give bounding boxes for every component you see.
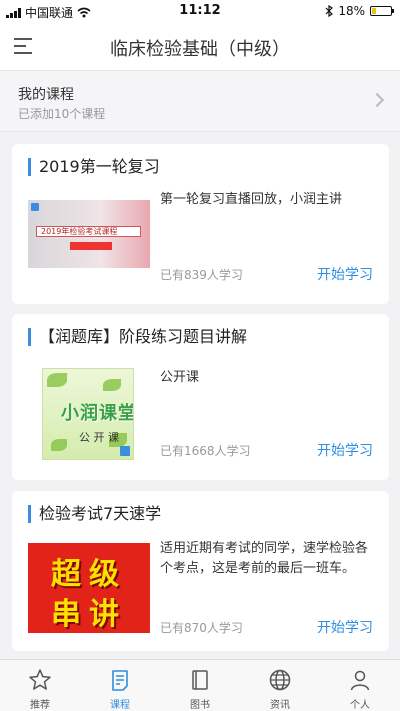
- battery-percent: 18%: [338, 4, 365, 18]
- thumbnail-line: 超级: [51, 557, 127, 592]
- nav-bar: 临床检验基础（中级）: [0, 22, 400, 70]
- my-courses-row[interactable]: 我的课程 已添加10个课程: [0, 70, 400, 132]
- tab-label: 个人: [350, 700, 370, 711]
- person-icon: [350, 670, 370, 691]
- start-learning-button[interactable]: 开始学习: [317, 617, 373, 637]
- course-title: 2019第一轮复习: [28, 158, 160, 176]
- tab-label: 推荐: [30, 700, 50, 711]
- book-icon: [192, 670, 208, 690]
- thumbnail-caption: 公 开 课: [79, 431, 119, 444]
- globe-icon: [269, 669, 291, 691]
- thumbnail-caption: 2019年检验考试课程: [41, 227, 118, 236]
- tab-books[interactable]: 图书: [160, 660, 240, 711]
- star-icon: [29, 669, 51, 690]
- course-description: 第一轮复习直播回放，小润主讲: [160, 192, 343, 207]
- start-learning-button[interactable]: 开始学习: [317, 264, 373, 284]
- brand-logo-icon: [31, 203, 39, 211]
- course-title: 检验考试7天速学: [28, 505, 161, 523]
- bluetooth-icon: [325, 5, 334, 17]
- course-card[interactable]: 2019第一轮复习 2019年检验考试课程 第一轮复习直播回放，小润主讲 已有8…: [12, 144, 389, 304]
- course-thumbnail: 2019年检验考试课程: [28, 200, 150, 268]
- page-title: 临床检验基础（中级）: [110, 39, 290, 60]
- tab-profile[interactable]: 个人: [320, 660, 400, 711]
- learner-count: 已有1668人学习: [160, 444, 251, 458]
- status-right: 18%: [325, 4, 394, 18]
- course-icon: [112, 670, 128, 691]
- course-thumbnail: 小润课堂 公 开 课: [42, 368, 134, 460]
- battery-icon: [370, 6, 394, 16]
- course-thumbnail: 超级 串讲: [28, 543, 150, 633]
- tab-news[interactable]: 资讯: [240, 660, 320, 711]
- learner-count: 已有839人学习: [160, 268, 243, 282]
- menu-icon[interactable]: [14, 36, 36, 56]
- tab-bar: 推荐 课程 图书 资讯 个人: [0, 659, 400, 711]
- course-card[interactable]: 【润题库】阶段练习题目讲解 小润课堂 公 开 课 公开课 已有1668人学习 开…: [12, 314, 389, 480]
- chevron-right-icon: [369, 92, 385, 108]
- start-learning-button[interactable]: 开始学习: [317, 440, 373, 460]
- learner-count: 已有870人学习: [160, 621, 243, 635]
- my-courses-title: 我的课程: [18, 87, 74, 103]
- thumbnail-line: 串讲: [51, 597, 127, 632]
- tab-courses[interactable]: 课程: [80, 660, 160, 711]
- brand-logo-icon: [120, 446, 130, 456]
- tab-recommend[interactable]: 推荐: [0, 660, 80, 711]
- course-description: 适用近期有考试的同学，速学检验各个考点，这是考前的最后一班车。: [160, 541, 369, 576]
- tab-label: 图书: [190, 700, 210, 711]
- course-card[interactable]: 检验考试7天速学 超级 串讲 适用近期有考试的同学，速学检验各个考点，这是考前的…: [12, 491, 389, 651]
- tab-label: 资讯: [270, 700, 290, 711]
- course-description: 公开课: [160, 370, 200, 385]
- course-title: 【润题库】阶段练习题目讲解: [28, 328, 247, 346]
- tab-label: 课程: [110, 700, 130, 711]
- thumbnail-brand: 小润课堂: [61, 403, 134, 424]
- my-courses-count: 已添加10个课程: [18, 107, 106, 121]
- status-bar: 中国联通 11:12 18%: [0, 0, 400, 22]
